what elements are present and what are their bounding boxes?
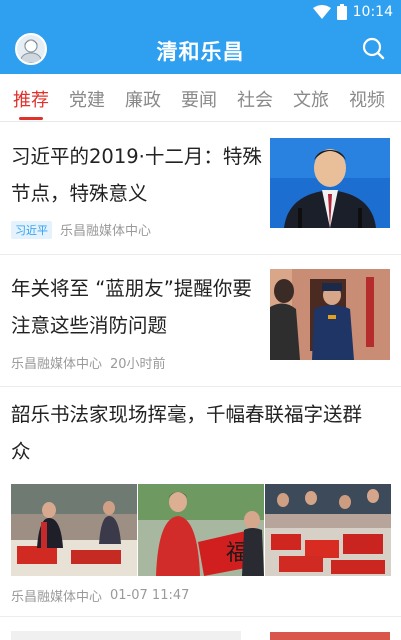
article-item[interactable]: 韶乐书法家现场挥毫，千幅春联福字送群 众 福 乐昌融媒体中心 01-07 11:… bbox=[0, 387, 401, 617]
headline-line: 习近平的2019·十二月：特殊 bbox=[11, 145, 262, 168]
article-headline: 韶乐书法家现场挥毫，千幅春联福字送群 众 bbox=[11, 396, 396, 470]
headline-line: 节点，特殊意义 bbox=[11, 182, 148, 205]
tab-video[interactable]: 视频 bbox=[347, 86, 387, 112]
tab-news[interactable]: 要闻 bbox=[179, 86, 219, 112]
app-header: 清和乐昌 bbox=[0, 26, 401, 74]
article-image bbox=[265, 484, 391, 576]
headline-line: 众 bbox=[11, 440, 31, 463]
article-image bbox=[11, 484, 137, 576]
article-meta: 乐昌融媒体中心 01-07 11:47 bbox=[11, 586, 189, 605]
article-item-partial[interactable] bbox=[0, 617, 401, 640]
tab-society[interactable]: 社会 bbox=[235, 86, 275, 112]
tab-culture-tourism[interactable]: 文旅 bbox=[291, 86, 331, 112]
article-thumbnail bbox=[270, 269, 390, 360]
article-time: 01-07 11:47 bbox=[110, 588, 190, 603]
search-button[interactable] bbox=[361, 36, 387, 62]
article-headline: 习近平的2019·十二月：特殊 节点，特殊意义 bbox=[11, 138, 263, 212]
article-source: 乐昌融媒体中心 bbox=[11, 590, 103, 605]
topic-tag: 习近平 bbox=[11, 220, 52, 239]
search-icon bbox=[362, 37, 385, 60]
tab-integrity[interactable]: 廉政 bbox=[123, 86, 163, 112]
headline-line: 韶乐书法家现场挥毫，千幅春联福字送群 bbox=[11, 403, 363, 426]
article-thumbnail bbox=[270, 138, 390, 228]
battery-icon bbox=[336, 4, 347, 20]
article-source: 乐昌融媒体中心 bbox=[60, 224, 152, 239]
headline-cutoff bbox=[11, 631, 241, 640]
article-thumbnail bbox=[270, 632, 390, 640]
article-time: 20小时前 bbox=[110, 357, 166, 372]
status-time: 10:14 bbox=[352, 4, 393, 20]
active-tab-indicator bbox=[19, 117, 43, 120]
article-headline: 年关将至 “蓝朋友”提醒你要 注意这些消防问题 bbox=[11, 270, 263, 344]
article-meta: 习近平 乐昌融媒体中心 bbox=[11, 220, 151, 239]
wifi-icon bbox=[312, 5, 331, 19]
headline-line: 注意这些消防问题 bbox=[11, 314, 168, 337]
article-image: 福 bbox=[138, 484, 264, 576]
article-item[interactable]: 年关将至 “蓝朋友”提醒你要 注意这些消防问题 乐昌融媒体中心 20小时前 bbox=[0, 255, 401, 387]
article-item[interactable]: 习近平的2019·十二月：特殊 节点，特殊意义 习近平 乐昌融媒体中心 bbox=[0, 123, 401, 255]
article-meta: 乐昌融媒体中心 20小时前 bbox=[11, 353, 166, 372]
app-title: 清和乐昌 bbox=[156, 40, 245, 64]
category-tabs: 推荐 党建 廉政 要闻 社会 文旅 视频 bbox=[0, 74, 401, 122]
article-source: 乐昌融媒体中心 bbox=[11, 357, 103, 372]
headline-line: 年关将至 “蓝朋友”提醒你要 bbox=[11, 277, 252, 300]
status-bar: 10:14 bbox=[0, 0, 401, 26]
tab-recommend[interactable]: 推荐 bbox=[11, 86, 51, 112]
tab-party-building[interactable]: 党建 bbox=[67, 86, 107, 112]
